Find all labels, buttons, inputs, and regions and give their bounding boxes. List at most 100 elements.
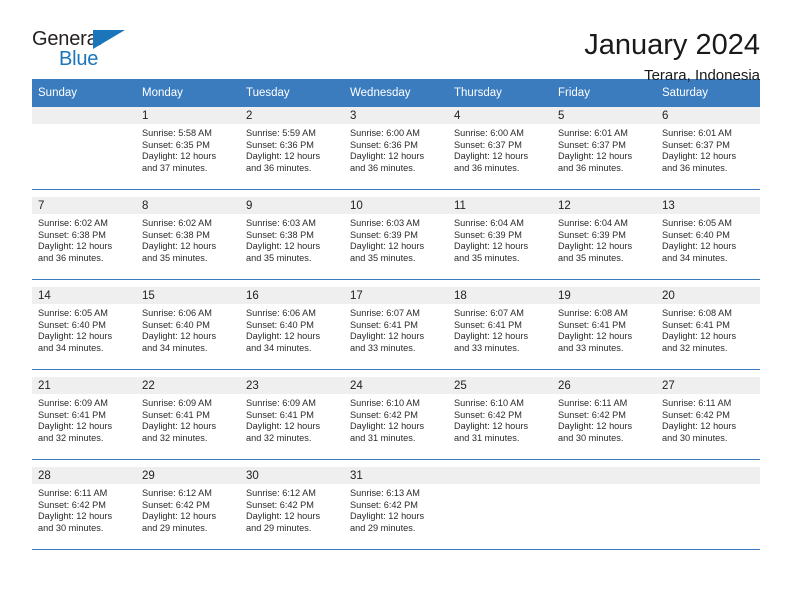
calendar-day-cell[interactable]: 9 Sunrise: 6:03 AM Sunset: 6:38 PM Daylight…	[240, 197, 344, 280]
daylight-text-line2: and 37 minutes.	[142, 162, 208, 173]
calendar-day-cell[interactable]: 12 Sunrise: 6:04 AM Sunset: 6:39 PM Dayligh…	[552, 197, 656, 280]
day-number: 1	[136, 107, 240, 124]
day-details: Sunrise: 6:06 AM Sunset: 6:40 PM Daylight:…	[240, 304, 344, 354]
calendar-day-cell[interactable]: 23 Sunrise: 6:09 AM Sunset: 6:41 PM Dayligh…	[240, 377, 344, 460]
calendar-body: 1 Sunrise: 5:58 AM Sunset: 6:35 PM Daylight…	[32, 107, 760, 550]
day-details: Sunrise: 6:08 AM Sunset: 6:41 PM Daylight:…	[656, 304, 760, 354]
calendar-day-cell[interactable]: 16 Sunrise: 6:06 AM Sunset: 6:40 PM Dayligh…	[240, 287, 344, 370]
calendar-day-cell[interactable]: 30 Sunrise: 6:12 AM Sunset: 6:42 PM Dayligh…	[240, 467, 344, 550]
day-number: 16	[240, 287, 344, 304]
calendar-day-cell[interactable]: 3 Sunrise: 6:00 AM Sunset: 6:36 PM Daylight…	[344, 107, 448, 190]
sunrise-text: Sunrise: 6:10 AM	[350, 398, 420, 408]
calendar-empty-cell	[32, 107, 136, 190]
day-number	[32, 107, 136, 124]
daylight-text-line1: Daylight: 12 hours	[142, 151, 217, 162]
calendar-day-cell[interactable]: 7 Sunrise: 6:02 AM Sunset: 6:38 PM Daylight…	[32, 197, 136, 280]
calendar-day-cell[interactable]: 18 Sunrise: 6:07 AM Sunset: 6:41 PM Dayligh…	[448, 287, 552, 370]
daylight-text-line2: and 33 minutes.	[454, 342, 520, 353]
daylight-text-line2: and 35 minutes.	[558, 252, 624, 263]
calendar-week-row: 14 Sunrise: 6:05 AM Sunset: 6:40 PM Dayligh…	[32, 287, 760, 370]
sunset-text: Sunset: 6:40 PM	[246, 319, 314, 330]
calendar-day-cell[interactable]: 28 Sunrise: 6:11 AM Sunset: 6:42 PM Dayligh…	[32, 467, 136, 550]
day-details: Sunrise: 6:13 AM Sunset: 6:42 PM Daylight:…	[344, 484, 448, 534]
daylight-text-line2: and 36 minutes.	[246, 162, 312, 173]
week-spacer-row	[32, 369, 760, 377]
daylight-text-line1: Daylight: 12 hours	[350, 421, 425, 432]
page-header: General Blue January 2024 Terara, Indone…	[32, 0, 760, 84]
calendar-day-cell[interactable]: 8 Sunrise: 6:02 AM Sunset: 6:38 PM Daylight…	[136, 197, 240, 280]
calendar-day-cell[interactable]: 13 Sunrise: 6:05 AM Sunset: 6:40 PM Dayligh…	[656, 197, 760, 280]
calendar-day-cell[interactable]: 24 Sunrise: 6:10 AM Sunset: 6:42 PM Dayligh…	[344, 377, 448, 460]
calendar-day-cell[interactable]: 4 Sunrise: 6:00 AM Sunset: 6:37 PM Daylight…	[448, 107, 552, 190]
calendar-day-cell[interactable]: 11 Sunrise: 6:04 AM Sunset: 6:39 PM Dayligh…	[448, 197, 552, 280]
sunset-text: Sunset: 6:42 PM	[38, 499, 106, 510]
day-number: 27	[656, 377, 760, 394]
day-details: Sunrise: 6:00 AM Sunset: 6:36 PM Daylight:…	[344, 124, 448, 174]
sunrise-text: Sunrise: 6:09 AM	[38, 398, 108, 408]
sunrise-text: Sunrise: 6:02 AM	[142, 218, 212, 228]
calendar-day-cell[interactable]: 31 Sunrise: 6:13 AM Sunset: 6:42 PM Dayligh…	[344, 467, 448, 550]
day-details: Sunrise: 6:11 AM Sunset: 6:42 PM Daylight:…	[32, 484, 136, 534]
calendar-day-cell[interactable]: 1 Sunrise: 5:58 AM Sunset: 6:35 PM Daylight…	[136, 107, 240, 190]
calendar-day-cell[interactable]: 10 Sunrise: 6:03 AM Sunset: 6:39 PM Dayligh…	[344, 197, 448, 280]
sunset-text: Sunset: 6:36 PM	[246, 139, 314, 150]
calendar-week-row: 1 Sunrise: 5:58 AM Sunset: 6:35 PM Daylight…	[32, 107, 760, 190]
daylight-text-line2: and 29 minutes.	[246, 522, 312, 533]
calendar-day-cell[interactable]: 20 Sunrise: 6:08 AM Sunset: 6:41 PM Dayligh…	[656, 287, 760, 370]
calendar-day-cell[interactable]: 17 Sunrise: 6:07 AM Sunset: 6:41 PM Dayligh…	[344, 287, 448, 370]
day-number: 5	[552, 107, 656, 124]
daylight-text-line1: Daylight: 12 hours	[454, 241, 529, 252]
week-spacer	[32, 459, 760, 467]
calendar-day-cell[interactable]: 21 Sunrise: 6:09 AM Sunset: 6:41 PM Dayligh…	[32, 377, 136, 460]
daylight-text-line1: Daylight: 12 hours	[558, 151, 633, 162]
day-number: 11	[448, 197, 552, 214]
daylight-text-line2: and 36 minutes.	[38, 252, 104, 263]
sunset-text: Sunset: 6:42 PM	[142, 499, 210, 510]
generalblue-logo: General Blue	[32, 28, 152, 74]
day-number: 6	[656, 107, 760, 124]
day-details: Sunrise: 6:05 AM Sunset: 6:40 PM Daylight:…	[32, 304, 136, 354]
day-details: Sunrise: 6:06 AM Sunset: 6:40 PM Daylight:…	[136, 304, 240, 354]
calendar-day-cell[interactable]: 26 Sunrise: 6:11 AM Sunset: 6:42 PM Dayligh…	[552, 377, 656, 460]
calendar-day-cell[interactable]: 19 Sunrise: 6:08 AM Sunset: 6:41 PM Dayligh…	[552, 287, 656, 370]
calendar-day-cell[interactable]: 14 Sunrise: 6:05 AM Sunset: 6:40 PM Dayligh…	[32, 287, 136, 370]
daylight-text-line2: and 35 minutes.	[454, 252, 520, 263]
daylight-text-line2: and 35 minutes.	[246, 252, 312, 263]
daylight-text-line1: Daylight: 12 hours	[246, 241, 321, 252]
calendar-day-cell[interactable]: 22 Sunrise: 6:09 AM Sunset: 6:41 PM Dayligh…	[136, 377, 240, 460]
day-number: 10	[344, 197, 448, 214]
sunset-text: Sunset: 6:41 PM	[350, 319, 418, 330]
sunset-text: Sunset: 6:38 PM	[38, 229, 106, 240]
daylight-text-line1: Daylight: 12 hours	[662, 331, 737, 342]
sunrise-text: Sunrise: 6:02 AM	[38, 218, 108, 228]
sunset-text: Sunset: 6:38 PM	[142, 229, 210, 240]
daylight-text-line1: Daylight: 12 hours	[558, 421, 633, 432]
daylight-text-line1: Daylight: 12 hours	[558, 331, 633, 342]
daylight-text-line1: Daylight: 12 hours	[142, 421, 217, 432]
day-details: Sunrise: 6:08 AM Sunset: 6:41 PM Daylight:…	[552, 304, 656, 354]
sunrise-text: Sunrise: 6:12 AM	[142, 488, 212, 498]
calendar-day-cell[interactable]: 5 Sunrise: 6:01 AM Sunset: 6:37 PM Daylight…	[552, 107, 656, 190]
sunrise-text: Sunrise: 6:12 AM	[246, 488, 316, 498]
calendar-day-cell[interactable]: 25 Sunrise: 6:10 AM Sunset: 6:42 PM Dayligh…	[448, 377, 552, 460]
sunrise-text: Sunrise: 6:09 AM	[142, 398, 212, 408]
calendar-day-cell[interactable]: 27 Sunrise: 6:11 AM Sunset: 6:42 PM Dayligh…	[656, 377, 760, 460]
daylight-text-line2: and 29 minutes.	[142, 522, 208, 533]
day-number	[448, 467, 552, 484]
calendar-day-cell[interactable]: 2 Sunrise: 5:59 AM Sunset: 6:36 PM Daylight…	[240, 107, 344, 190]
day-number: 23	[240, 377, 344, 394]
daylight-text-line1: Daylight: 12 hours	[558, 241, 633, 252]
daylight-text-line1: Daylight: 12 hours	[246, 421, 321, 432]
sunset-text: Sunset: 6:42 PM	[350, 499, 418, 510]
sunrise-text: Sunrise: 6:05 AM	[662, 218, 732, 228]
daylight-text-line1: Daylight: 12 hours	[662, 421, 737, 432]
day-details: Sunrise: 5:58 AM Sunset: 6:35 PM Daylight:…	[136, 124, 240, 174]
calendar-day-cell[interactable]: 29 Sunrise: 6:12 AM Sunset: 6:42 PM Dayligh…	[136, 467, 240, 550]
day-details: Sunrise: 6:01 AM Sunset: 6:37 PM Daylight:…	[552, 124, 656, 174]
daylight-text-line1: Daylight: 12 hours	[662, 241, 737, 252]
day-details: Sunrise: 6:10 AM Sunset: 6:42 PM Daylight:…	[344, 394, 448, 444]
calendar-day-cell[interactable]: 6 Sunrise: 6:01 AM Sunset: 6:37 PM Daylight…	[656, 107, 760, 190]
daylight-text-line1: Daylight: 12 hours	[142, 511, 217, 522]
day-details: Sunrise: 6:05 AM Sunset: 6:40 PM Daylight:…	[656, 214, 760, 264]
calendar-day-cell[interactable]: 15 Sunrise: 6:06 AM Sunset: 6:40 PM Dayligh…	[136, 287, 240, 370]
